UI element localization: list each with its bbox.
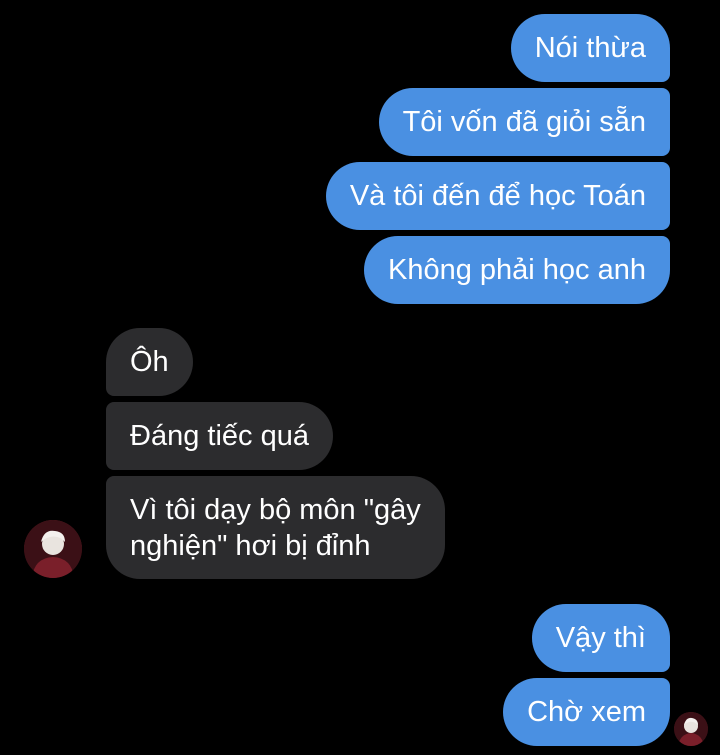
message-text: Đáng tiếc quá bbox=[130, 420, 309, 452]
read-receipt-image bbox=[674, 712, 708, 746]
message-bubble-incoming[interactable]: Đáng tiếc quá bbox=[106, 402, 333, 470]
read-receipt-avatar-icon bbox=[674, 712, 708, 746]
message-text: Vậy thì bbox=[555, 622, 646, 654]
message-bubble-outgoing[interactable]: Vậy thì bbox=[531, 604, 670, 672]
message-text: Tôi vốn đã giỏi sẵn bbox=[402, 106, 646, 138]
message-text: nghiện" hơi bị đỉnh bbox=[130, 529, 371, 562]
message-text: Vì tôi dạy bộ môn "gây bbox=[130, 493, 421, 526]
message-bubble-outgoing[interactable]: Tôi vốn đã giỏi sẵn bbox=[378, 88, 670, 156]
message-bubble-outgoing[interactable]: Không phải học anh bbox=[364, 236, 670, 304]
message-text: Và tôi đến để học Toán bbox=[349, 180, 646, 212]
avatar-image bbox=[24, 520, 82, 578]
message-bubble-outgoing[interactable]: Và tôi đến để học Toán bbox=[325, 162, 670, 230]
message-bubble-outgoing[interactable]: Nói thừa bbox=[510, 14, 670, 82]
message-text: Ôh bbox=[130, 346, 169, 378]
message-text: Chờ xem bbox=[527, 696, 646, 728]
user-avatar-icon[interactable] bbox=[24, 520, 82, 578]
message-bubble-outgoing[interactable]: Chờ xem bbox=[503, 678, 670, 746]
message-text: Nói thừa bbox=[534, 32, 646, 64]
message-bubble-incoming[interactable]: Ôh bbox=[106, 328, 193, 396]
message-bubble-incoming[interactable]: Vì tôi dạy bộ môn "gây nghiện" hơi bị đỉ… bbox=[106, 476, 445, 579]
message-text: Không phải học anh bbox=[388, 254, 646, 286]
